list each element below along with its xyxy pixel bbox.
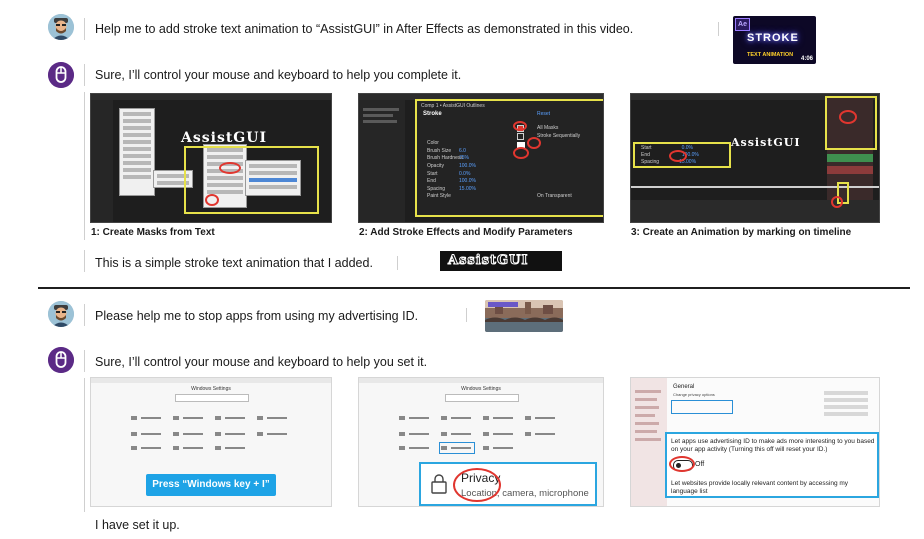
user-avatar [48, 301, 74, 327]
win-step2-screenshot: Windows Settings Privacy Location, camer… [358, 377, 604, 507]
message-bar [84, 250, 85, 272]
click-marker [831, 196, 843, 208]
stroke-params: All Masks Stroke Sequentially Color Brus… [427, 125, 581, 200]
step2-screenshot: A Comp 1 • AssistGUI Outlines Stroke Res… [358, 93, 604, 223]
message-bar [718, 22, 719, 36]
click-marker [513, 147, 529, 159]
section-divider [38, 287, 910, 289]
click-marker [669, 456, 695, 472]
win-step1-screenshot: Windows Settings Press “Windows key + I” [90, 377, 332, 507]
assistant-message: Sure, I’ll control your mouse and keyboa… [95, 355, 428, 369]
after-effects-badge: Ae [735, 18, 750, 31]
step2-caption: 2: Add Stroke Effects and Modify Paramet… [359, 227, 573, 238]
video-title: STROKE [747, 32, 799, 44]
step1-screenshot: AssistGUI [90, 93, 332, 223]
message-bar [84, 18, 85, 40]
message-bar [84, 378, 85, 512]
click-marker [205, 194, 219, 206]
assistant-message: Sure, I’ll control your mouse and keyboa… [95, 68, 462, 82]
user-avatar [48, 14, 74, 40]
step3-screenshot: AssistGUI Start 0.0% End 100.0% Spacing 15.… [630, 93, 880, 223]
video-thumbnail[interactable]: Ae STROKE TEXT ANIMATION 4:06 [733, 16, 816, 64]
message-bar [84, 92, 85, 240]
message-bar [84, 350, 85, 372]
click-marker [453, 468, 501, 502]
video-duration: 4:06 [800, 56, 813, 62]
click-marker [527, 137, 541, 149]
lock-icon [431, 474, 447, 494]
highlight-box [184, 146, 319, 214]
click-marker [219, 162, 241, 174]
result-animation-image: AssistGUI [440, 251, 562, 271]
message-bar [84, 64, 85, 86]
assistant-done: I have set it up. [95, 518, 180, 532]
click-marker [839, 110, 857, 124]
video-subtitle: TEXT ANIMATION [747, 52, 794, 58]
effect-controls-panel: Comp 1 • AssistGUI Outlines Stroke Reset… [415, 99, 603, 217]
assistant-result: This is a simple stroke text animation t… [95, 256, 373, 270]
step1-caption: 1: Create Masks from Text [91, 227, 215, 238]
advertising-id-panel: Let apps use advertising ID to make ads … [665, 432, 879, 498]
comp-text: AssistGUI [731, 136, 801, 149]
context-menu [119, 108, 155, 196]
win-step3-screenshot: General Change privacy options Let apps … [630, 377, 880, 507]
click-marker [669, 150, 687, 162]
assistant-avatar [48, 347, 74, 373]
step3-caption: 3: Create an Animation by marking on tim… [631, 227, 852, 238]
privacy-card[interactable]: Privacy Location, camera, microphone [419, 462, 597, 506]
user-message: Please help me to stop apps from using m… [95, 309, 419, 323]
attached-photo[interactable] [485, 300, 563, 332]
message-bar [466, 308, 467, 322]
assistant-avatar [48, 62, 74, 88]
message-bar [84, 304, 85, 326]
windows-key-button[interactable]: Press “Windows key + I” [146, 474, 276, 496]
click-marker [513, 121, 527, 131]
message-bar [397, 256, 398, 270]
user-message: Help me to add stroke text animation to … [95, 22, 634, 36]
